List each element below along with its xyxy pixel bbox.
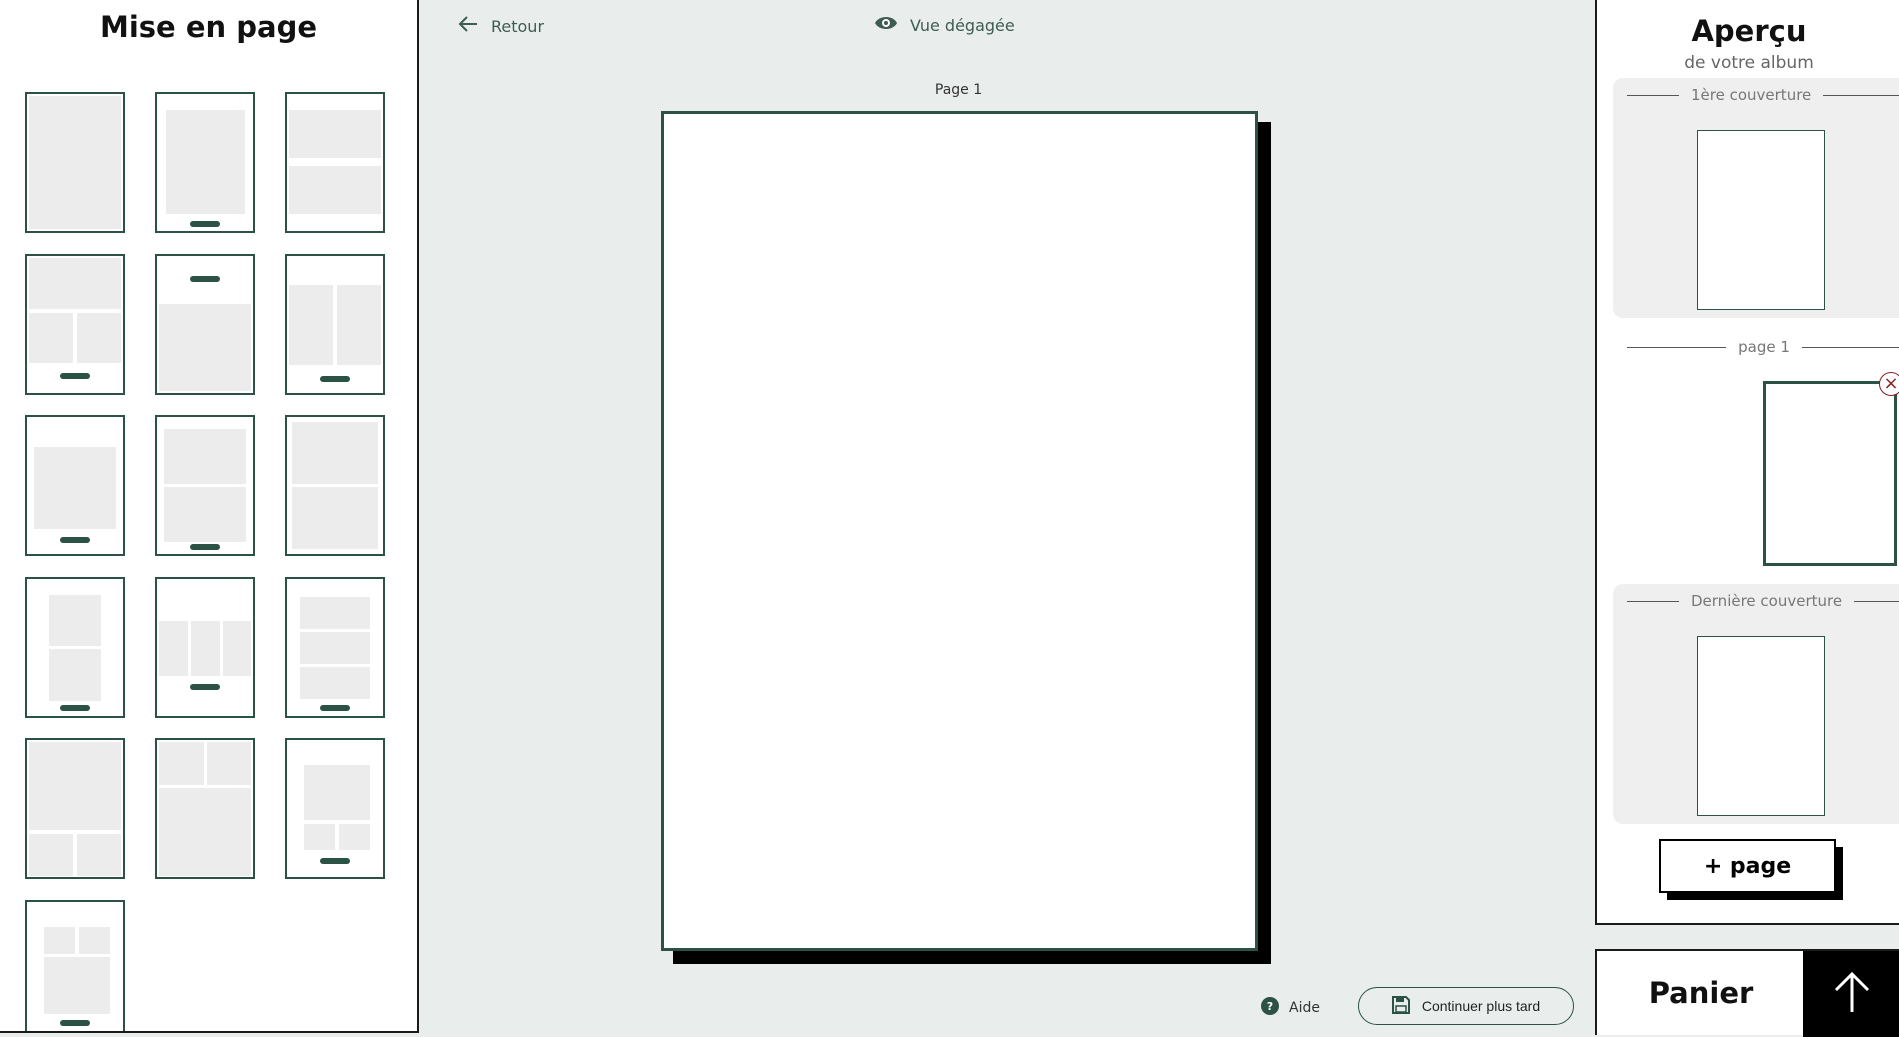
page-canvas[interactable] (661, 111, 1258, 951)
preview-subtitle: de votre album (1684, 53, 1814, 73)
front-cover-label: 1ère couverture (1691, 86, 1812, 104)
layout-thumb-two-top-one-bottom[interactable] (155, 738, 255, 879)
layout-thumb-caption-top-single[interactable] (155, 254, 255, 395)
caption-marker (190, 684, 220, 690)
arrow-up-icon (1830, 970, 1874, 1018)
help-icon: ? (1261, 997, 1279, 1019)
preview-panel: Aperçu de votre album 1ère couverture pa… (1595, 0, 1899, 925)
layout-thumb-two-stacked-full[interactable] (285, 415, 385, 556)
layout-thumb-one-top-two-bottom[interactable] (25, 738, 125, 879)
caption-marker (60, 1020, 90, 1026)
floppy-disk-icon (1391, 995, 1410, 1017)
save-later-button[interactable]: Continuer plus tard (1358, 987, 1574, 1025)
layout-panel: Mise en page (0, 0, 419, 1033)
layout-thumb-full-page[interactable] (25, 92, 125, 233)
cart-bar: Panier (1595, 949, 1899, 1037)
back-label: Retour (491, 16, 545, 36)
layout-thumb-two-top-one-bottom-small-caption[interactable] (25, 900, 125, 1031)
page-1-label: page 1 (1738, 338, 1790, 356)
caption-marker (320, 858, 350, 864)
back-link[interactable]: Retour (457, 13, 544, 39)
help-label: Aide (1289, 1000, 1320, 1016)
preview-title: Aperçu (1691, 14, 1807, 48)
cart-label[interactable]: Panier (1597, 951, 1805, 1035)
layout-thumb-two-horizontal[interactable] (285, 92, 385, 233)
caption-marker (190, 544, 220, 550)
eye-icon (874, 13, 898, 37)
front-cover-header: 1ère couverture (1627, 86, 1899, 104)
arrow-left-icon (457, 13, 479, 39)
back-cover-label: Dernière couverture (1691, 592, 1843, 610)
clean-view-toggle[interactable]: Vue dégagée (874, 13, 1015, 37)
layout-thumb-one-top-two-bottom-small-caption[interactable] (285, 738, 385, 879)
layout-thumb-one-top-two-bottom-caption[interactable] (25, 254, 125, 395)
caption-marker (190, 276, 220, 282)
layout-thumb-single-photo-caption[interactable] (155, 92, 255, 233)
add-page-button[interactable]: + page (1659, 839, 1836, 893)
page-label: Page 1 (934, 82, 983, 98)
caption-marker (60, 705, 90, 711)
save-later-label: Continuer plus tard (1421, 998, 1541, 1014)
clean-view-label: Vue dégagée (910, 15, 1015, 35)
caption-marker (320, 705, 350, 711)
svg-text:?: ? (1267, 1000, 1273, 1013)
page-1-header: page 1 (1627, 338, 1899, 356)
layout-thumb-single-photo-caption-large[interactable] (25, 415, 125, 556)
back-cover-header: Dernière couverture (1627, 592, 1899, 610)
cart-toggle-button[interactable] (1803, 951, 1899, 1037)
caption-marker (320, 376, 350, 382)
layout-panel-title: Mise en page (100, 10, 317, 44)
close-circle-icon[interactable]: × (1879, 372, 1899, 396)
page-1-thumb[interactable] (1763, 381, 1897, 566)
layout-thumb-three-stacked-caption[interactable] (285, 577, 385, 718)
front-cover-thumb[interactable] (1697, 130, 1825, 310)
caption-marker (190, 221, 220, 227)
back-cover-thumb[interactable] (1697, 636, 1825, 816)
caption-marker (60, 537, 90, 543)
layout-thumb-three-columns-caption[interactable] (155, 577, 255, 718)
layout-thumb-two-stacked-caption[interactable] (155, 415, 255, 556)
caption-marker (60, 373, 90, 379)
layout-thumb-two-vertical-caption[interactable] (285, 254, 385, 395)
layout-thumb-two-stacked-narrow-caption[interactable] (25, 577, 125, 718)
help-link[interactable]: ? Aide (1261, 997, 1320, 1019)
